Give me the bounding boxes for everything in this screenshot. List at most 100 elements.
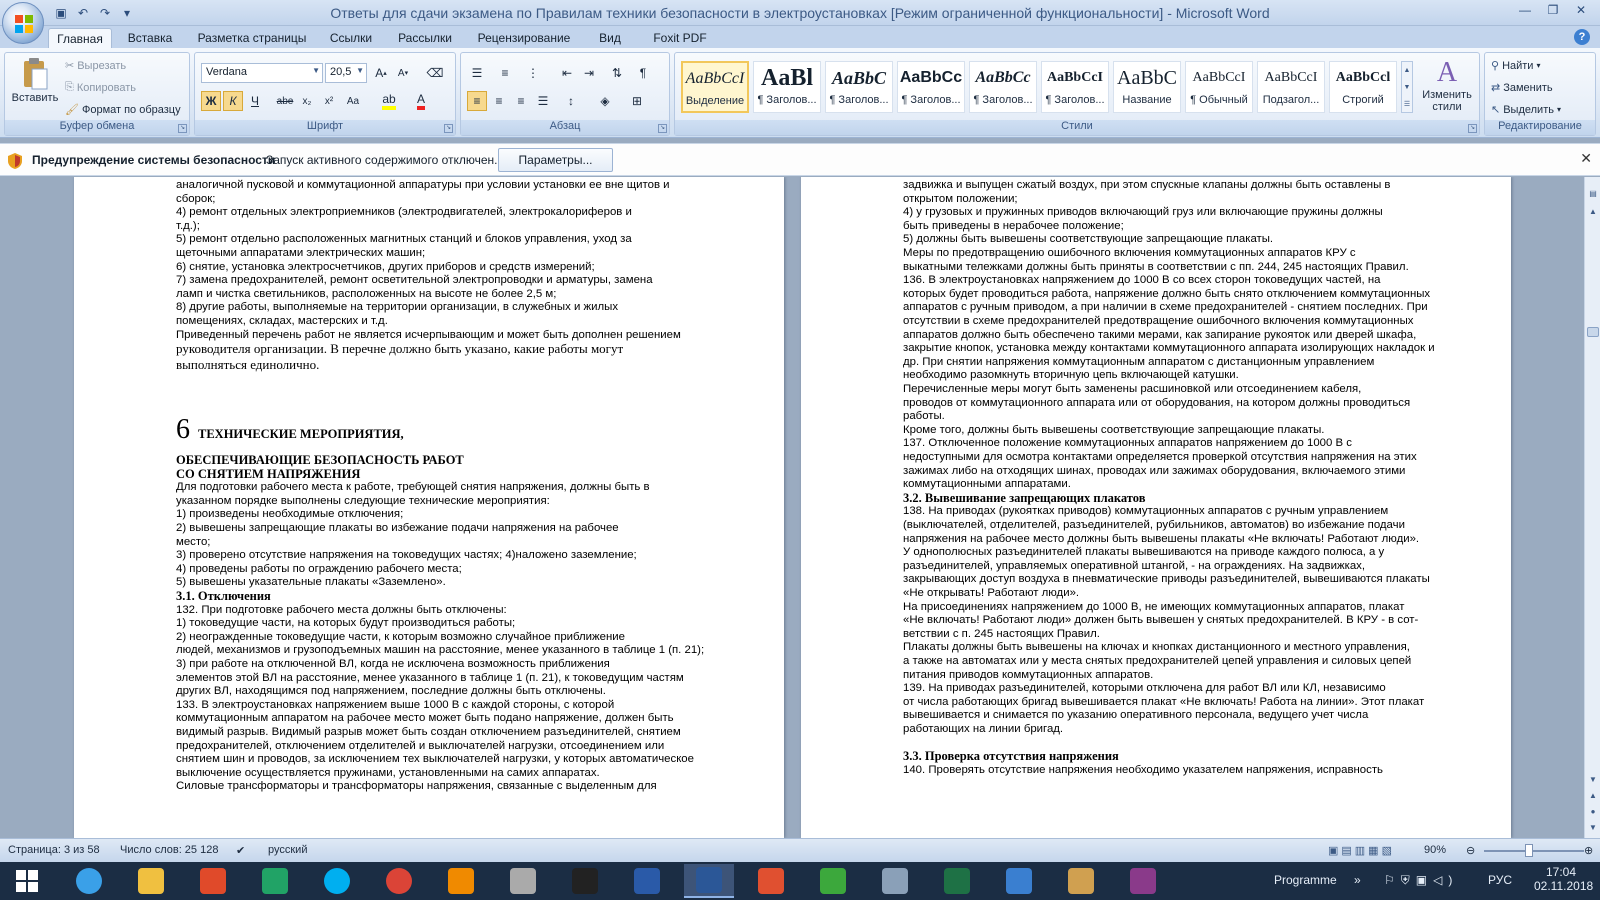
text-line[interactable]: предохранителей, отключением отделителей… xyxy=(176,740,664,753)
change-styles-button[interactable]: A Изменить стили xyxy=(1417,57,1477,113)
tab-insert[interactable]: Вставка xyxy=(114,28,186,48)
text-line[interactable]: закрывающих доступ воздуха в пневматичес… xyxy=(903,573,1430,586)
taskbar-excel-green-button[interactable] xyxy=(250,864,300,898)
close-button[interactable]: ✕ xyxy=(1568,0,1594,20)
text-line[interactable]: закрытие кнопок, установка между контакт… xyxy=(903,342,1435,355)
text-line[interactable]: 2) неогражденные токоведущие части, к ко… xyxy=(176,631,625,644)
paragraph-dialog-launcher[interactable]: ↘ xyxy=(658,124,667,133)
style-tile-heading5[interactable]: AaBbCcI ¶ Заголов... xyxy=(1041,61,1109,113)
input-language[interactable]: РУС xyxy=(1488,873,1512,887)
superscript-icon[interactable]: x² xyxy=(319,91,339,111)
text-line[interactable]: проводов от коммутационного аппарата или… xyxy=(903,397,1410,410)
help-icon[interactable]: ? xyxy=(1574,29,1590,45)
text-line[interactable]: 133. В электроустановках напряжением выш… xyxy=(176,699,614,712)
taskbar-word-button[interactable] xyxy=(684,864,734,898)
taskbar-explorer-button[interactable] xyxy=(126,864,176,898)
justify-icon[interactable]: ☰ xyxy=(533,91,553,111)
word-count[interactable]: Число слов: 25 128 xyxy=(120,844,218,856)
change-case-icon[interactable]: Aa xyxy=(343,91,363,111)
text-line[interactable]: сборок; xyxy=(176,193,215,206)
styles-dialog-launcher[interactable]: ↘ xyxy=(1468,124,1477,133)
text-line[interactable]: 1) произведены необходимые отключения; xyxy=(176,508,403,521)
text-line[interactable]: ветствии с п. 245 настоящих Правил. xyxy=(903,628,1100,641)
borders-icon[interactable]: ⊞ xyxy=(627,91,647,111)
text-line[interactable]: На присоединениях напряжением до 1000 В,… xyxy=(903,601,1404,614)
text-line[interactable]: 137. Отключенное положение коммутационны… xyxy=(903,437,1352,450)
text-line[interactable]: 4) у грузовых и пружинных приводов включ… xyxy=(903,206,1383,219)
text-line[interactable]: Для подготовки рабочего места к работе, … xyxy=(176,481,650,494)
text-line[interactable]: 138. На приводах (рукоятках приводов) ко… xyxy=(903,505,1388,518)
text-line[interactable]: а также на автоматах или у места снятых … xyxy=(903,655,1411,668)
text-line[interactable]: 8) другие работы, выполняемые на террито… xyxy=(176,301,618,314)
text-line[interactable]: 4) ремонт отдельных электроприемников (э… xyxy=(176,206,632,219)
text-line[interactable]: (выключателей, отделителей, разъединител… xyxy=(903,519,1405,532)
text-line[interactable]: У однополюсных разъединителей плакаты вы… xyxy=(903,546,1384,559)
replace-button[interactable]: ⇄ Заменить xyxy=(1491,81,1553,95)
text-line[interactable]: 1) токоведущие части, на которых будут п… xyxy=(176,617,515,630)
style-tile-heading2[interactable]: AaBbC ¶ Заголов... xyxy=(825,61,893,113)
text-line[interactable]: от числа работающих бригад вывешивается … xyxy=(903,696,1424,709)
taskbar-pdf-button[interactable] xyxy=(622,864,672,898)
text-line[interactable]: ламп и чистка светильников, расположенны… xyxy=(176,288,556,301)
text-line[interactable]: 139. На приводах разъединителей, которым… xyxy=(903,682,1386,695)
text-line[interactable]: аппаратов должно быть обеспечено такими … xyxy=(903,329,1416,342)
chapter-heading[interactable]: 6 ТЕХНИЧЕСКИЕ МЕРОПРИЯТИЯ, xyxy=(176,416,404,444)
taskbar-frog-button[interactable] xyxy=(808,864,858,898)
taskbar-mic-button[interactable] xyxy=(498,864,548,898)
taskbar-skype-button[interactable] xyxy=(312,864,362,898)
customize-qat-icon[interactable]: ▾ xyxy=(118,4,136,22)
tab-references[interactable]: Ссылки xyxy=(318,28,384,48)
toolbar-label[interactable]: Programme xyxy=(1274,873,1337,887)
browse-object-icon[interactable]: ● xyxy=(1586,805,1600,819)
font-dialog-launcher[interactable]: ↘ xyxy=(444,124,453,133)
scroll-down-icon[interactable]: ▼ xyxy=(1586,773,1600,787)
zoom-slider[interactable] xyxy=(1484,850,1584,852)
document-page-right[interactable]: задвижка и выпущен сжатый воздух, при эт… xyxy=(801,177,1511,838)
next-page-icon[interactable]: ▼ xyxy=(1586,821,1600,835)
text-line[interactable]: т.д.); xyxy=(176,220,200,233)
line-spacing-icon[interactable]: ↕ xyxy=(561,91,581,111)
text-line[interactable]: 140. Проверять отсутствие напряжения нео… xyxy=(903,764,1383,777)
close-icon[interactable]: ✕ xyxy=(1580,150,1592,167)
text-line[interactable]: «Не открывать! Работают люди». xyxy=(903,587,1079,600)
text-line[interactable]: 136. В электроустановках напряжением до … xyxy=(903,274,1380,287)
style-tile-subtitle[interactable]: AaBbCcI Подзагол... xyxy=(1257,61,1325,113)
text-line[interactable]: работы. xyxy=(903,410,945,423)
taskbar-cmd-button[interactable] xyxy=(560,864,610,898)
taskbar-photos-button[interactable] xyxy=(994,864,1044,898)
style-tile-normal[interactable]: AaBbCcI ¶ Обычный xyxy=(1185,61,1253,113)
text-line[interactable]: других ВЛ, находящимся под напряжением, … xyxy=(176,685,606,698)
text-line[interactable]: питания приводов коммутационных аппарато… xyxy=(903,669,1153,682)
taskbar-vlc-button[interactable] xyxy=(436,864,486,898)
copy-button[interactable]: ⎘ Копировать xyxy=(65,81,136,94)
text-line[interactable]: 5) ремонт отдельно расположенных магнитн… xyxy=(176,233,632,246)
text-line[interactable]: 5) должны быть вывешены соответствующие … xyxy=(903,233,1273,246)
taskbar-paint-button[interactable] xyxy=(188,864,238,898)
text-line[interactable]: недоступными для осмотра контактами опре… xyxy=(903,451,1417,464)
text-line[interactable]: выкатными тележками должны быть приняты … xyxy=(903,261,1409,274)
text-line[interactable]: быть приведены в нерабочее положение; xyxy=(903,220,1124,233)
text-line[interactable]: открытом положении; xyxy=(903,193,1018,206)
align-right-icon[interactable]: ≡ xyxy=(511,91,531,111)
proofing-icon[interactable]: ✔ xyxy=(236,844,245,857)
text-line[interactable]: др. При снятии напряжения коммутационным… xyxy=(903,356,1374,369)
clear-format-icon[interactable]: ⌫ xyxy=(425,63,445,83)
restore-button[interactable]: ❐ xyxy=(1540,0,1566,20)
tab-view[interactable]: Вид xyxy=(584,28,636,48)
text-line[interactable]: Приведенный перечень работ не является и… xyxy=(176,329,681,342)
sort-icon[interactable]: ⇅ xyxy=(607,63,627,83)
text-line[interactable]: «Не включать! Работают люди» должен быть… xyxy=(903,614,1418,627)
style-tile-strong[interactable]: AaBbCcl Строгий xyxy=(1329,61,1397,113)
text-line[interactable]: работающих на линии бригад. xyxy=(903,723,1063,736)
text-line[interactable]: выключение осуществляется пружинами, уст… xyxy=(176,767,600,780)
scrollbar-thumb[interactable] xyxy=(1587,327,1599,337)
bold-icon[interactable]: Ж xyxy=(201,91,221,111)
text-line[interactable]: отсутствии в схеме предохранителей предо… xyxy=(903,315,1413,328)
text-line[interactable]: разъединителей, управляемых оперативной … xyxy=(903,560,1365,573)
taskbar-paint-palette-button[interactable] xyxy=(1056,864,1106,898)
shrink-font-icon[interactable]: A ▾ xyxy=(393,63,413,83)
zoom-slider-knob[interactable] xyxy=(1525,844,1534,857)
shading-icon[interactable]: ◈ xyxy=(595,91,615,111)
text-line[interactable]: зажимах либо на отходящих шинах, провода… xyxy=(903,465,1405,478)
clock[interactable]: 17:04 02.11.2018 xyxy=(1534,865,1593,893)
